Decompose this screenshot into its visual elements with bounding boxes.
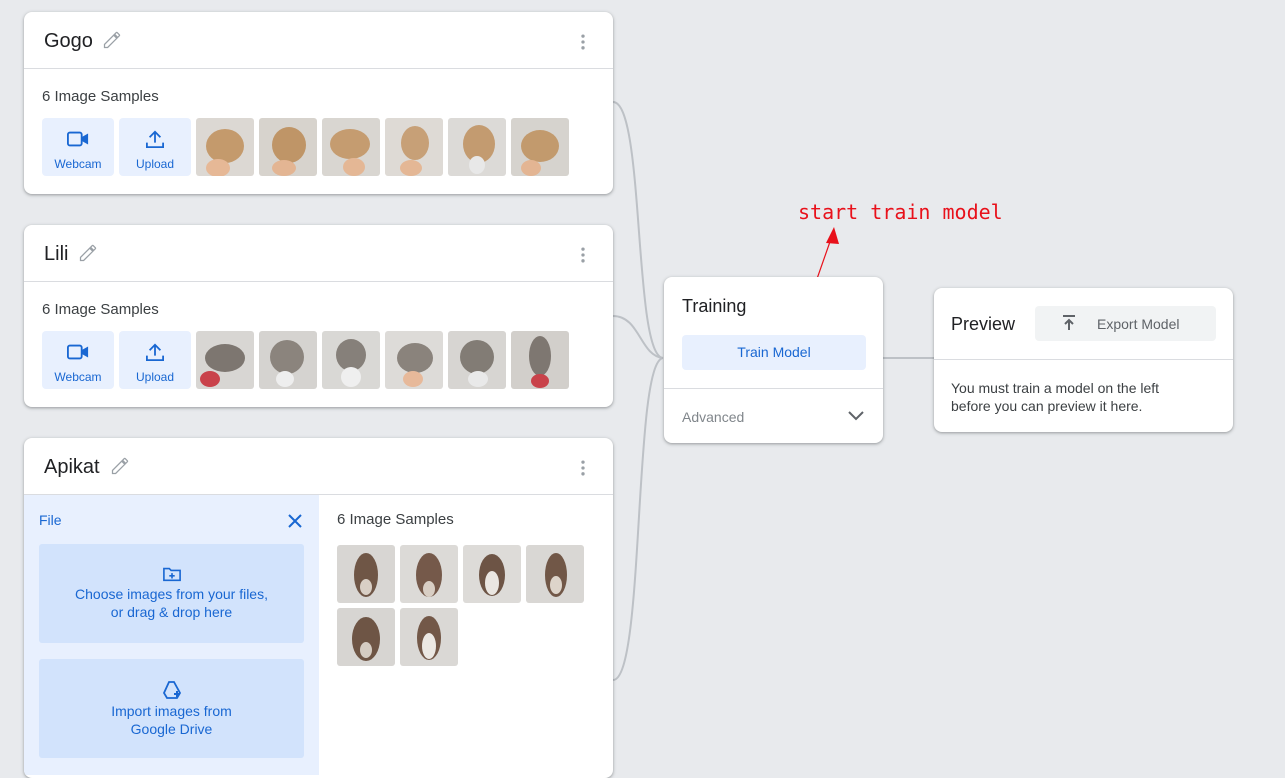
preview-title: Preview (951, 314, 1016, 334)
image-sample-thumb[interactable] (385, 118, 443, 176)
edit-pencil-icon[interactable] (110, 456, 130, 476)
export-model-label: Export Model (1097, 316, 1180, 332)
upload-label: Upload (135, 157, 175, 171)
more-vert-icon[interactable] (573, 245, 593, 265)
image-sample-thumb[interactable] (322, 331, 380, 389)
webcam-button[interactable]: Webcam (42, 118, 114, 176)
webcam-button[interactable]: Webcam (42, 331, 114, 389)
edit-pencil-icon[interactable] (78, 243, 98, 263)
train-model-button[interactable]: Train Model (682, 335, 866, 370)
image-sample-thumb[interactable] (259, 331, 317, 389)
export-icon (1063, 315, 1075, 330)
image-sample-thumb[interactable] (337, 545, 395, 603)
advanced-label: Advanced (682, 409, 745, 425)
class-body: 6 Image Samples Webcam Upload (24, 69, 613, 194)
choose-files-dropzone[interactable]: Choose images from your files, or drag &… (39, 544, 304, 643)
webcam-label: Webcam (54, 370, 102, 384)
upload-icon (146, 343, 164, 361)
file-label: File (39, 512, 62, 528)
more-vert-icon[interactable] (573, 32, 593, 52)
videocam-icon (67, 131, 89, 147)
class-card-gogo: Gogo 6 Image Samples Webcam Upload (24, 12, 613, 194)
image-sample-thumb[interactable] (196, 118, 254, 176)
divider (934, 359, 1233, 360)
google-drive-import[interactable]: Import images from Google Drive (39, 659, 304, 758)
annotation-text: start train model (798, 200, 1003, 224)
class-name[interactable]: Gogo (44, 30, 93, 53)
choose-files-line1: Choose images from your files, (75, 586, 268, 602)
sample-count: 6 Image Samples (42, 301, 159, 318)
image-sample-thumb[interactable] (511, 331, 569, 389)
more-vert-icon[interactable] (573, 458, 593, 478)
class-header: Lili (24, 225, 613, 282)
class-name[interactable]: Apikat (44, 456, 100, 479)
image-sample-thumb[interactable] (463, 545, 521, 603)
class-card-lili: Lili 6 Image Samples Webcam Upload (24, 225, 613, 407)
image-sample-thumb[interactable] (448, 331, 506, 389)
class-body: 6 Image Samples Webcam Upload (24, 282, 613, 407)
upload-label: Upload (135, 370, 175, 384)
upload-button[interactable]: Upload (119, 118, 191, 176)
image-sample-thumb[interactable] (337, 608, 395, 666)
file-upload-panel: File Choose images from your files, or d… (24, 495, 319, 775)
drive-line1: Import images from (111, 703, 232, 719)
image-sample-thumb[interactable] (526, 545, 584, 603)
preview-message: You must train a model on the left befor… (951, 380, 1160, 414)
sample-count: 6 Image Samples (42, 88, 159, 105)
training-title: Training (682, 296, 747, 316)
class-header: Apikat (24, 438, 613, 495)
image-sample-thumb[interactable] (400, 545, 458, 603)
image-sample-thumb[interactable] (385, 331, 443, 389)
advanced-toggle[interactable]: Advanced (664, 388, 883, 443)
chevron-down-icon (848, 411, 864, 421)
edit-pencil-icon[interactable] (102, 30, 122, 50)
preview-card: Preview Export Model You must train a mo… (934, 288, 1233, 432)
image-sample-thumb[interactable] (322, 118, 380, 176)
sample-count: 6 Image Samples (337, 511, 454, 528)
drive-line2: Google Drive (130, 721, 213, 737)
choose-files-line2: or drag & drop here (110, 604, 233, 620)
image-sample-thumb[interactable] (511, 118, 569, 176)
class-name[interactable]: Lili (44, 243, 68, 266)
upload-button[interactable]: Upload (119, 331, 191, 389)
export-model-button[interactable]: Export Model (1035, 306, 1216, 341)
training-card: Training Train Model Advanced (664, 277, 883, 443)
image-sample-thumb[interactable] (196, 331, 254, 389)
folder-add-icon (163, 567, 181, 582)
webcam-label: Webcam (54, 157, 102, 171)
upload-icon (146, 130, 164, 148)
google-drive-icon (162, 681, 182, 699)
class-header: Gogo (24, 12, 613, 69)
image-sample-thumb[interactable] (400, 608, 458, 666)
close-icon[interactable] (287, 513, 303, 529)
image-sample-thumb[interactable] (259, 118, 317, 176)
videocam-icon (67, 344, 89, 360)
image-sample-thumb[interactable] (448, 118, 506, 176)
class-card-apikat: Apikat File Choose images from your file… (24, 438, 613, 778)
